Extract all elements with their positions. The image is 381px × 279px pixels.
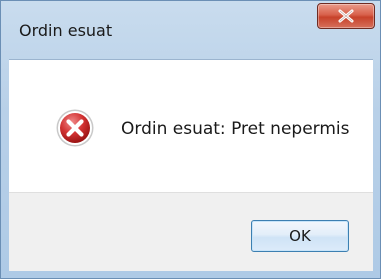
dialog-content: Ordin esuat: Pret nepermis	[9, 59, 373, 193]
window-title: Ordin esuat	[19, 21, 113, 40]
close-icon	[338, 9, 354, 23]
button-bar: OK	[9, 192, 373, 271]
ok-button[interactable]: OK	[251, 220, 349, 252]
error-icon	[56, 109, 94, 147]
dialog-window: Ordin esuat Ordin esuat: Pret nepermis O…	[0, 0, 381, 279]
close-button[interactable]	[317, 3, 375, 29]
error-message: Ordin esuat: Pret nepermis	[121, 119, 350, 139]
title-bar[interactable]: Ordin esuat	[1, 1, 380, 59]
